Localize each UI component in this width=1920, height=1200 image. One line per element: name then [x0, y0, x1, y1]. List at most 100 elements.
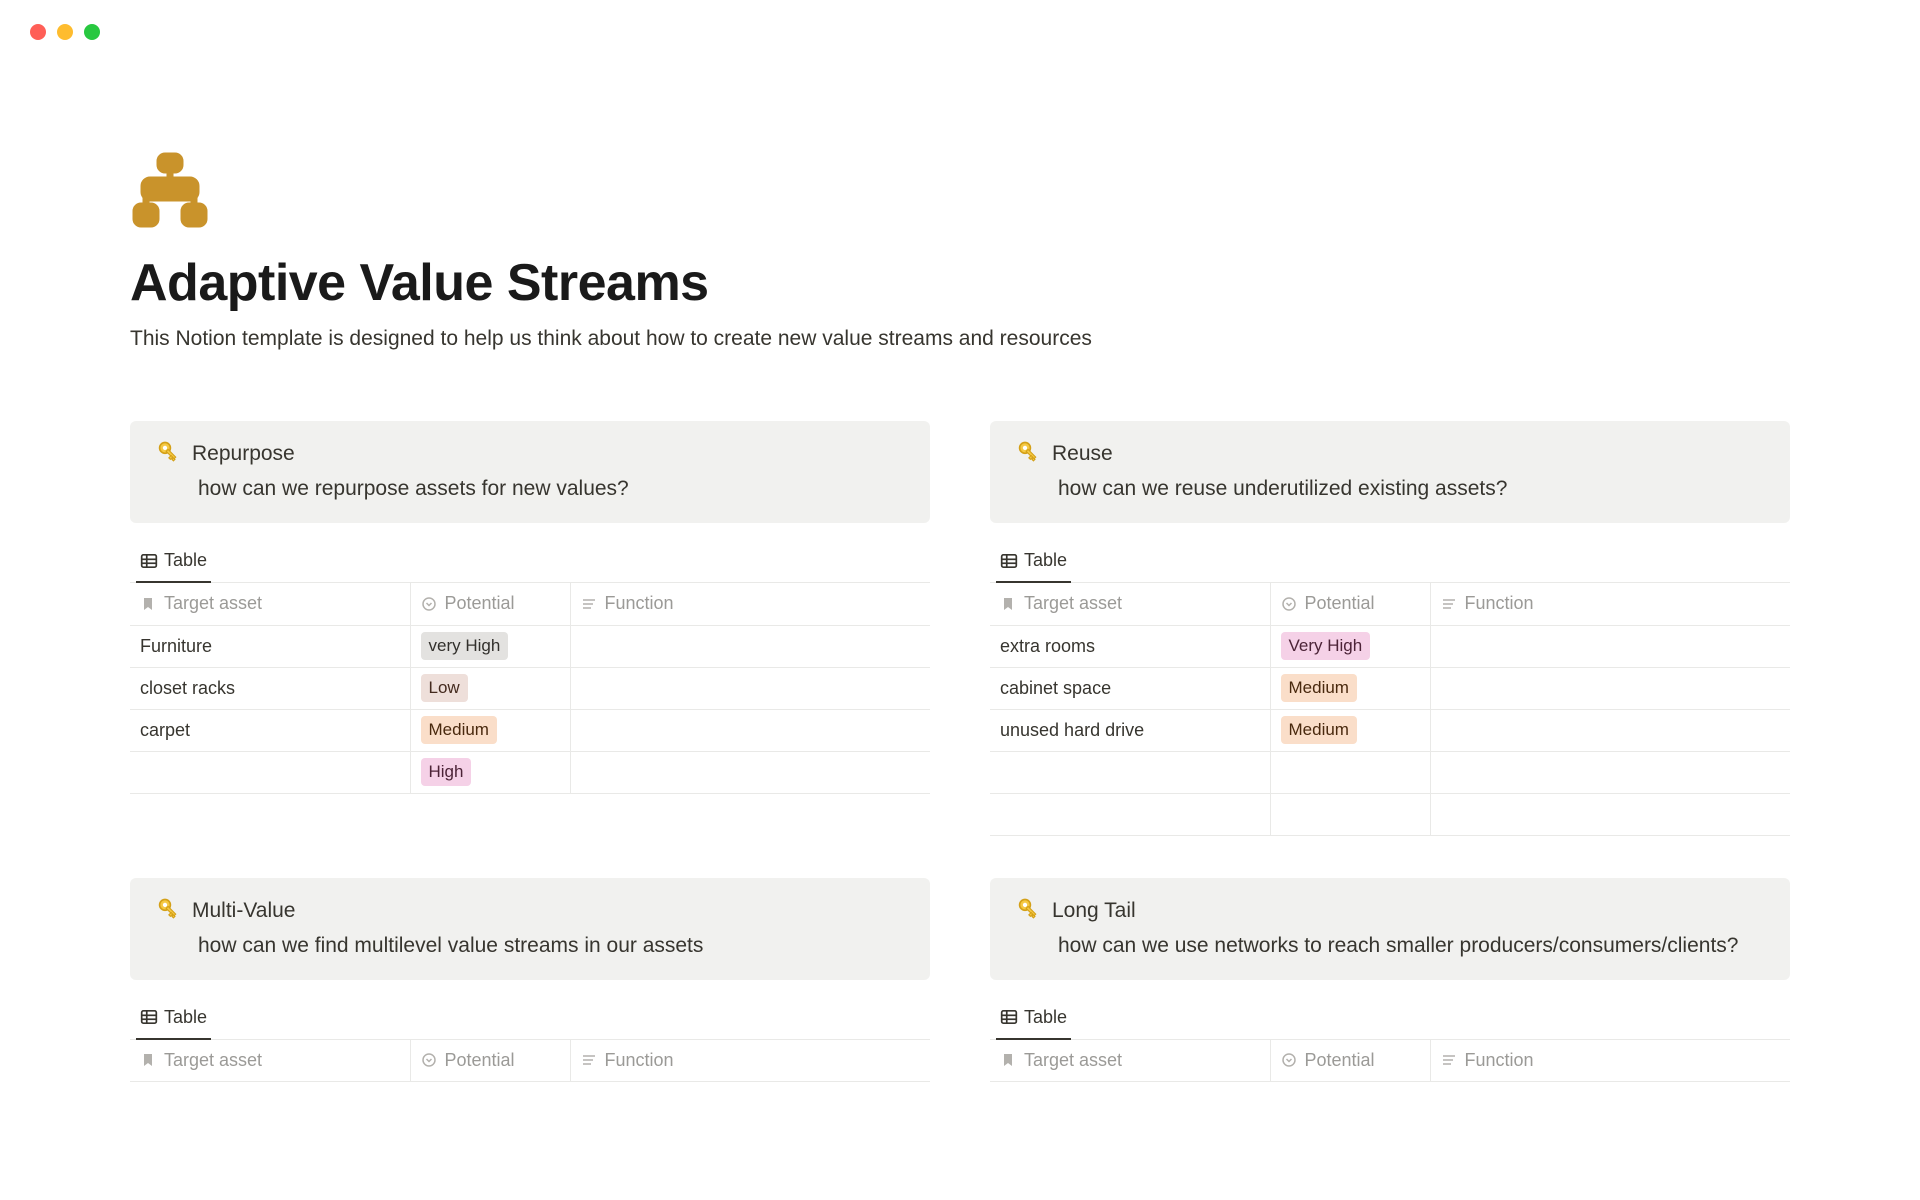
- page-subtitle[interactable]: This Notion template is designed to help…: [130, 327, 1790, 351]
- table-body: Furniture very High closet racks Low carpet M…: [130, 625, 930, 793]
- cell-asset[interactable]: unused hard drive: [990, 709, 1270, 751]
- lines-icon: [581, 1052, 597, 1068]
- cell-potential[interactable]: [1270, 751, 1430, 793]
- cell-asset[interactable]: closet racks: [130, 667, 410, 709]
- table-row[interactable]: [990, 793, 1790, 835]
- tab-label: Table: [164, 1007, 207, 1028]
- callout-text: how can we use networks to reach smaller…: [1012, 934, 1768, 958]
- page-icon[interactable]: [130, 150, 1790, 235]
- section-multivalue: Multi-Value how can we find multilevel v…: [130, 878, 930, 1083]
- cell-function[interactable]: [1430, 751, 1790, 793]
- section-longtail: Long Tail how can we use networks to rea…: [990, 878, 1790, 1083]
- key-icon: [1012, 441, 1038, 467]
- window-minimize-button[interactable]: [57, 24, 73, 40]
- cell-potential[interactable]: Medium: [1270, 709, 1430, 751]
- tab-table[interactable]: Table: [136, 999, 211, 1040]
- cell-function[interactable]: [1430, 793, 1790, 835]
- bookmark-icon: [1000, 1052, 1016, 1068]
- cell-function[interactable]: [1430, 709, 1790, 751]
- cell-potential[interactable]: [1270, 793, 1430, 835]
- view-tabs: Table: [990, 998, 1790, 1040]
- callout-longtail[interactable]: Long Tail how can we use networks to rea…: [990, 878, 1790, 980]
- cell-asset[interactable]: [990, 751, 1270, 793]
- key-icon: [152, 441, 178, 467]
- table-row[interactable]: cabinet space Medium: [990, 667, 1790, 709]
- column-header-asset[interactable]: Target asset: [990, 1040, 1270, 1082]
- callout-reuse[interactable]: Reuse how can we reuse underutilized exi…: [990, 421, 1790, 523]
- cell-potential[interactable]: High: [410, 751, 570, 793]
- lines-icon: [1441, 596, 1457, 612]
- page-title[interactable]: Adaptive Value Streams: [130, 253, 1790, 313]
- potential-tag: very High: [421, 632, 509, 660]
- tab-table[interactable]: Table: [136, 542, 211, 583]
- callout-title: Repurpose: [192, 442, 295, 466]
- window-maximize-button[interactable]: [84, 24, 100, 40]
- callout-multivalue[interactable]: Multi-Value how can we find multilevel v…: [130, 878, 930, 980]
- table-icon: [1000, 552, 1018, 570]
- tab-table[interactable]: Table: [996, 542, 1071, 583]
- tab-label: Table: [1024, 1007, 1067, 1028]
- table-row[interactable]: [990, 751, 1790, 793]
- table-row[interactable]: carpet Medium: [130, 709, 930, 751]
- cell-potential[interactable]: Very High: [1270, 625, 1430, 667]
- table-row[interactable]: extra rooms Very High: [990, 625, 1790, 667]
- table-row[interactable]: High: [130, 751, 930, 793]
- column-header-asset[interactable]: Target asset: [990, 583, 1270, 625]
- cell-function[interactable]: [570, 751, 930, 793]
- table-icon: [1000, 1008, 1018, 1026]
- table-row[interactable]: Furniture very High: [130, 625, 930, 667]
- potential-tag: Very High: [1281, 632, 1371, 660]
- potential-tag: Medium: [1281, 716, 1357, 744]
- cell-function[interactable]: [570, 625, 930, 667]
- cell-asset[interactable]: Furniture: [130, 625, 410, 667]
- cell-potential[interactable]: Medium: [1270, 667, 1430, 709]
- cell-function[interactable]: [1430, 625, 1790, 667]
- cell-function[interactable]: [570, 667, 930, 709]
- cell-asset[interactable]: extra rooms: [990, 625, 1270, 667]
- cell-function[interactable]: [1430, 667, 1790, 709]
- column-header-asset[interactable]: Target asset: [130, 1040, 410, 1082]
- column-header-asset[interactable]: Target asset: [130, 583, 410, 625]
- potential-tag: Medium: [1281, 674, 1357, 702]
- chevron-down-circle-icon: [421, 596, 437, 612]
- potential-tag: Low: [421, 674, 468, 702]
- table-longtail: Target asset Potential: [990, 1040, 1790, 1083]
- column-header-function[interactable]: Function: [1430, 583, 1790, 625]
- tab-label: Table: [164, 550, 207, 571]
- cell-asset[interactable]: [130, 751, 410, 793]
- column-header-potential[interactable]: Potential: [410, 1040, 570, 1082]
- sitemap-icon: [130, 150, 210, 230]
- table-body: extra roomsVery Highcabinet spaceMediumu…: [990, 625, 1790, 835]
- view-tabs: Table: [990, 541, 1790, 583]
- view-tabs: Table: [130, 998, 930, 1040]
- column-header-function[interactable]: Function: [570, 583, 930, 625]
- column-header-potential[interactable]: Potential: [410, 583, 570, 625]
- potential-tag: Medium: [421, 716, 497, 744]
- cell-asset[interactable]: cabinet space: [990, 667, 1270, 709]
- chevron-down-circle-icon: [421, 1052, 437, 1068]
- tab-table[interactable]: Table: [996, 999, 1071, 1040]
- callout-text: how can we repurpose assets for new valu…: [152, 477, 908, 501]
- page-content: Adaptive Value Streams This Notion templ…: [0, 40, 1920, 1124]
- bookmark-icon: [140, 1052, 156, 1068]
- view-tabs: Table: [130, 541, 930, 583]
- table-icon: [140, 552, 158, 570]
- column-header-potential[interactable]: Potential: [1270, 1040, 1430, 1082]
- cell-asset[interactable]: carpet: [130, 709, 410, 751]
- cell-potential[interactable]: Medium: [410, 709, 570, 751]
- cell-potential[interactable]: very High: [410, 625, 570, 667]
- cell-function[interactable]: [570, 709, 930, 751]
- cell-asset[interactable]: [990, 793, 1270, 835]
- key-icon: [152, 898, 178, 924]
- cell-potential[interactable]: Low: [410, 667, 570, 709]
- callout-text: how can we find multilevel value streams…: [152, 934, 908, 958]
- table-row[interactable]: unused hard drive Medium: [990, 709, 1790, 751]
- callout-repurpose[interactable]: Repurpose how can we repurpose assets fo…: [130, 421, 930, 523]
- column-header-function[interactable]: Function: [570, 1040, 930, 1082]
- column-header-potential[interactable]: Potential: [1270, 583, 1430, 625]
- table-row[interactable]: closet racks Low: [130, 667, 930, 709]
- table-repurpose: Target asset Potential: [130, 583, 930, 794]
- chevron-down-circle-icon: [1281, 1052, 1297, 1068]
- column-header-function[interactable]: Function: [1430, 1040, 1790, 1082]
- window-close-button[interactable]: [30, 24, 46, 40]
